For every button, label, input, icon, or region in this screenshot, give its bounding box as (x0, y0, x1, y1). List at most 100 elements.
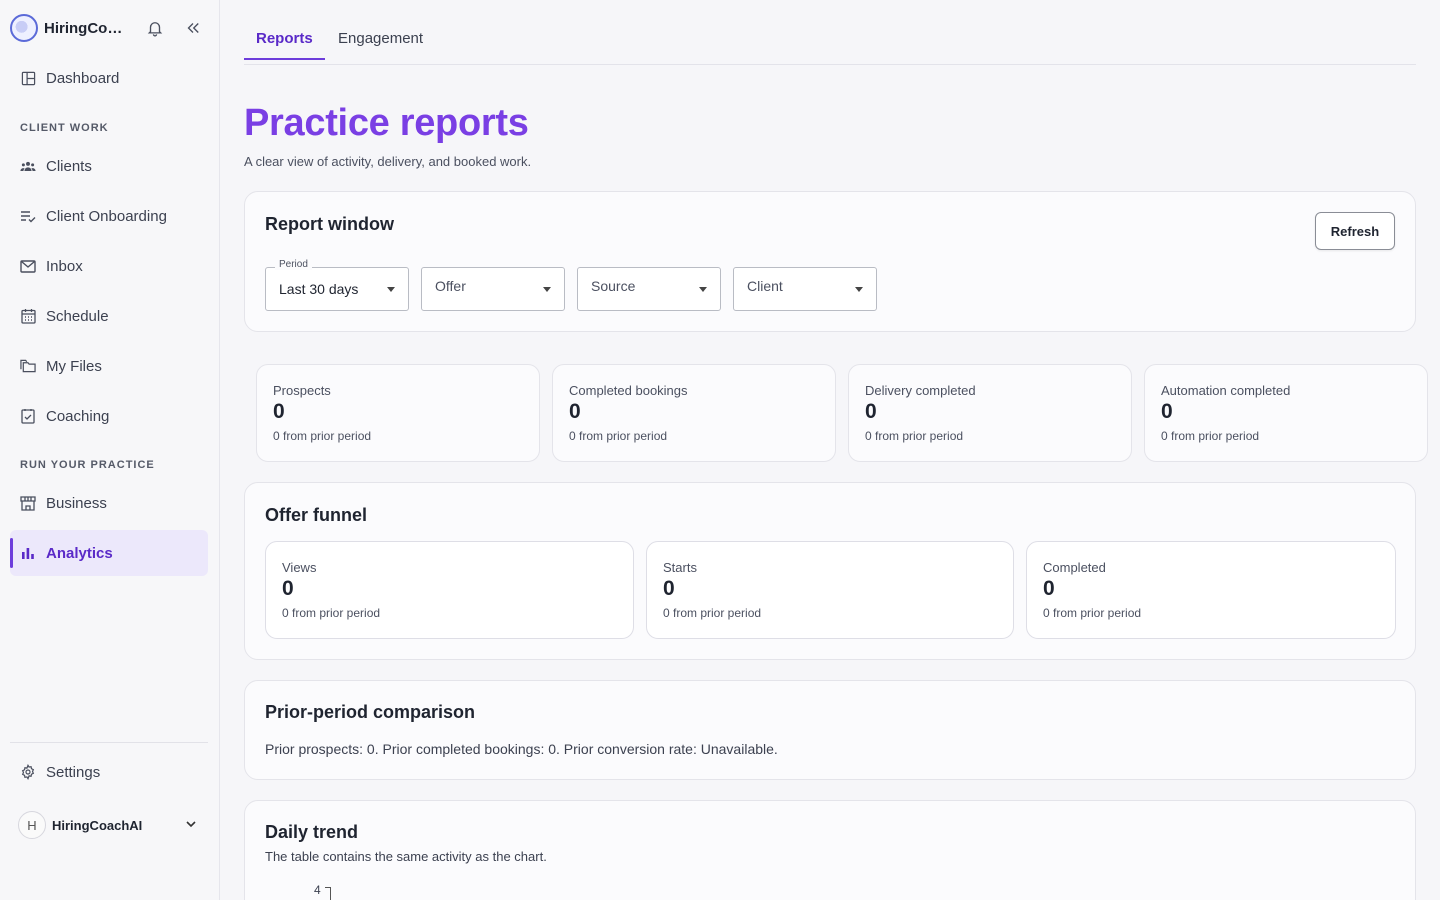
metric-card-automation-completed: Automation completed 0 0 from prior peri… (1144, 364, 1428, 462)
offer-placeholder: Offer (435, 278, 466, 294)
sidebar-item-settings[interactable]: Settings (10, 749, 208, 795)
comparison-card: Prior-period comparison Prior prospects:… (244, 680, 1416, 780)
client-select[interactable]: Client (733, 267, 877, 311)
brand-logo (10, 14, 38, 42)
page-subtitle: A clear view of activity, delivery, and … (244, 154, 532, 169)
daily-trend-title: Daily trend (265, 822, 359, 842)
checklist-icon (20, 208, 36, 224)
metric-label: Prospects (273, 383, 331, 398)
sidebar-item-clients[interactable]: Clients (10, 143, 208, 189)
section-label-client-work: CLIENT WORK (20, 122, 109, 134)
metric-value: 0 (865, 400, 877, 423)
sidebar-item-label: Settings (46, 763, 101, 781)
metric-value: 0 (1161, 400, 1173, 423)
chevrons-left-icon[interactable] (184, 19, 202, 37)
sidebar-item-label: Schedule (46, 307, 109, 325)
report-window-card: Report window Refresh Period Last 30 day… (244, 191, 1416, 332)
metric-label: Delivery completed (865, 383, 976, 398)
metric-label: Automation completed (1161, 383, 1291, 398)
page-title: Practice reports (244, 102, 529, 144)
sidebar-divider (10, 742, 208, 743)
calendar-icon (20, 308, 36, 324)
funnel-step-starts: Starts 0 0 from prior period (646, 541, 1014, 639)
sidebar-item-label: Inbox (46, 257, 83, 275)
daily-trend-subtitle: The table contains the same activity as … (265, 849, 547, 864)
metric-value: 0 (273, 400, 285, 423)
comparison-text: Prior prospects: 0. Prior completed book… (265, 741, 778, 757)
sidebar-item-label: Dashboard (46, 69, 120, 87)
metric-delta: 0 from prior period (865, 429, 964, 443)
avatar: H (18, 811, 46, 839)
comparison-title: Prior-period comparison (265, 702, 476, 722)
sidebar-item-coaching[interactable]: Coaching (10, 393, 208, 439)
sidebar-item-label: Analytics (46, 544, 113, 562)
metric-label: Starts (663, 560, 697, 575)
client-placeholder: Client (747, 278, 783, 294)
sidebar-item-label: Client Onboarding (46, 207, 167, 225)
sidebar-item-my-files[interactable]: My Files (10, 343, 208, 389)
source-placeholder: Source (591, 278, 636, 294)
metric-value: 0 (569, 400, 581, 423)
users-icon (20, 158, 36, 174)
bar-chart-icon (20, 545, 36, 561)
daily-trend-card: Daily trend The table contains the same … (244, 800, 1416, 900)
source-select[interactable]: Source (577, 267, 721, 311)
brand-name: HiringCoa... (44, 19, 128, 37)
sidebar-item-analytics[interactable]: Analytics (10, 530, 208, 576)
tab-engagement[interactable]: Engagement (326, 20, 435, 60)
offer-funnel-card: Offer funnel Views 0 0 from prior period… (244, 482, 1416, 660)
sidebar-item-label: Business (46, 494, 107, 512)
metric-value: 0 (282, 577, 294, 600)
tab-reports[interactable]: Reports (244, 20, 325, 60)
period-label: Period (275, 259, 312, 270)
gear-icon (20, 764, 36, 780)
metric-delta: 0 from prior period (1161, 429, 1260, 443)
metric-delta: 0 from prior period (1043, 606, 1142, 620)
mail-icon (20, 258, 36, 274)
tab-bar: Reports Engagement (244, 20, 1416, 65)
report-window-title: Report window (265, 214, 394, 234)
account-name: HiringCoachAI (52, 817, 143, 833)
dashboard-icon (20, 70, 36, 86)
refresh-button[interactable]: Refresh (1315, 212, 1395, 250)
sidebar-item-business[interactable]: Business (10, 480, 208, 526)
y-axis-tick-label: 4 (314, 883, 321, 897)
caret-down-icon (543, 287, 551, 292)
metric-value: 0 (663, 577, 675, 600)
caret-down-icon (855, 287, 863, 292)
brand[interactable]: HiringCoa... (10, 12, 210, 44)
chevron-down-icon[interactable] (184, 817, 198, 831)
section-label-run-your-practice: RUN YOUR PRACTICE (20, 459, 155, 471)
metric-delta: 0 from prior period (273, 429, 372, 443)
sidebar-item-dashboard[interactable]: Dashboard (10, 55, 208, 101)
sidebar-item-inbox[interactable]: Inbox (10, 243, 208, 289)
clipboard-check-icon (20, 408, 36, 424)
account-switcher[interactable]: H HiringCoachAI (10, 806, 208, 844)
offer-funnel-title: Offer funnel (265, 505, 367, 525)
sidebar-item-label: Coaching (46, 407, 110, 425)
period-value: Last 30 days (279, 281, 359, 297)
caret-down-icon (699, 287, 707, 292)
sidebar-item-label: Clients (46, 157, 92, 175)
sidebar: HiringCoa... Dashboard CLIENT WORK Clien… (0, 0, 220, 900)
main-content: Reports Engagement Practice reports A cl… (220, 0, 1440, 900)
bell-icon[interactable] (146, 19, 164, 37)
metric-delta: 0 from prior period (569, 429, 668, 443)
folders-icon (20, 358, 36, 374)
sidebar-item-client-onboarding[interactable]: Client Onboarding (10, 193, 208, 239)
funnel-step-views: Views 0 0 from prior period (265, 541, 634, 639)
sidebar-item-schedule[interactable]: Schedule (10, 293, 208, 339)
period-select[interactable]: Period Last 30 days (265, 259, 409, 311)
metric-card-prospects: Prospects 0 0 from prior period (256, 364, 540, 462)
metric-card-completed-bookings: Completed bookings 0 0 from prior period (552, 364, 836, 462)
y-axis-line (325, 887, 331, 900)
metric-label: Completed (1043, 560, 1106, 575)
offer-select[interactable]: Offer (421, 267, 565, 311)
storefront-icon (20, 495, 36, 511)
metric-value: 0 (1043, 577, 1055, 600)
caret-down-icon (387, 287, 395, 292)
metric-card-delivery-completed: Delivery completed 0 0 from prior period (848, 364, 1132, 462)
metric-label: Views (282, 560, 317, 575)
metric-delta: 0 from prior period (663, 606, 762, 620)
metric-delta: 0 from prior period (282, 606, 381, 620)
